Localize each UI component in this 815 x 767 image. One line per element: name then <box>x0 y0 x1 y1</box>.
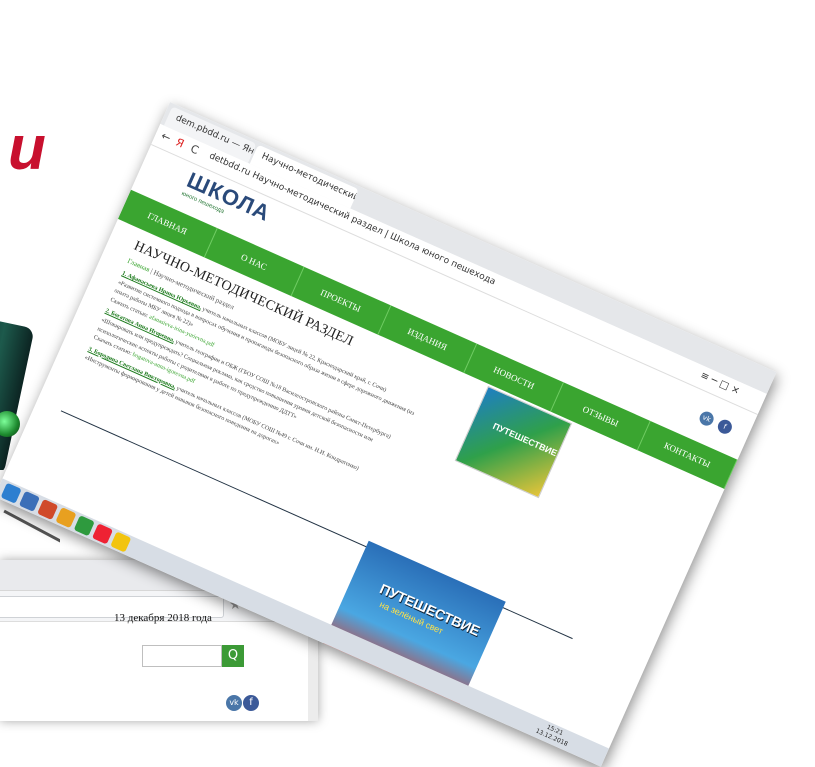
word-icon[interactable] <box>18 490 40 512</box>
vk-icon[interactable]: vk <box>226 695 242 711</box>
book-cover-top-title: ПУТЕШЕСТВИЕ <box>491 420 559 459</box>
chrome-icon[interactable] <box>110 531 132 553</box>
search-icon[interactable]: Q <box>222 645 244 667</box>
slide-title: и <box>0 118 60 198</box>
back-icon[interactable]: ← <box>159 129 173 145</box>
yandex-browser-icon[interactable] <box>91 523 114 545</box>
green-lamp <box>0 411 20 437</box>
menu-item-reviews[interactable]: ОТЗЫВЫ <box>551 382 651 451</box>
book-bottom-text: Осторожно - гололедица <box>306 682 389 736</box>
explorer-icon[interactable] <box>0 482 22 504</box>
page-date: 13 декабря 2018 года <box>114 612 212 624</box>
folder-icon[interactable] <box>55 507 77 529</box>
reload-icon[interactable]: C <box>188 142 200 157</box>
excel-icon[interactable] <box>73 515 95 537</box>
scroll-up-button[interactable]: ↑ <box>473 755 498 767</box>
yandex-icon[interactable]: Я <box>174 136 186 151</box>
vk-icon[interactable]: vk <box>697 409 716 428</box>
powerpoint-icon[interactable] <box>37 498 59 521</box>
system-clock: 15:21 13.12.2018 <box>534 720 572 748</box>
menu-item-publications[interactable]: ИЗДАНИЯ <box>377 305 478 374</box>
slide-title-text: и <box>8 118 46 183</box>
facebook-icon[interactable]: f <box>715 417 735 437</box>
facebook-icon[interactable]: f <box>243 695 259 711</box>
social-links: vk f <box>697 406 737 437</box>
search-input[interactable] <box>142 645 222 667</box>
